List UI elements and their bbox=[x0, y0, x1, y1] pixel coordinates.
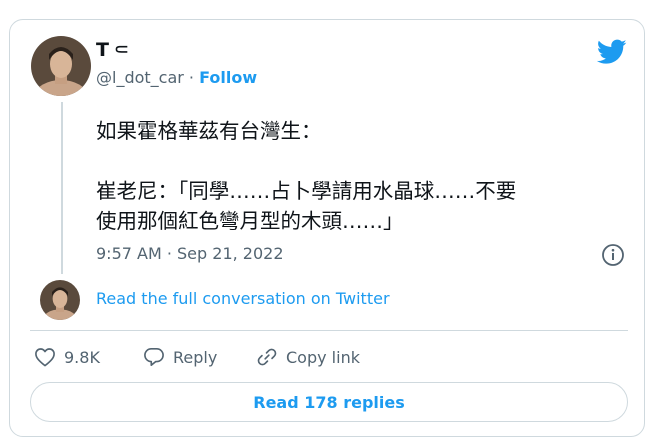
reply-label: Reply bbox=[173, 347, 218, 367]
author-name: T⸦ bbox=[96, 39, 134, 61]
reply-button[interactable]: Reply bbox=[143, 344, 217, 370]
tweet-timestamp[interactable]: 9:57 AM · Sep 21, 2022 bbox=[96, 244, 284, 263]
tweet-card: T⸦ @l_dot_car · Follow 如果霍格華茲有台灣生： 崔老尼：「… bbox=[9, 19, 645, 437]
author-handle[interactable]: @l_dot_car bbox=[96, 68, 184, 87]
thread-line bbox=[61, 102, 63, 274]
copy-link-label: Copy link bbox=[286, 347, 360, 367]
read-replies-button[interactable]: Read 178 replies bbox=[30, 382, 628, 422]
heart-icon bbox=[35, 348, 55, 367]
link-icon bbox=[257, 348, 277, 366]
follow-button[interactable]: Follow bbox=[199, 68, 257, 87]
like-button[interactable]: 9.8K bbox=[34, 344, 100, 370]
tweet-text: 如果霍格華茲有台灣生： 崔老尼：「同學……占卜學請用水晶球……不要 使用那個紅色… bbox=[96, 119, 517, 233]
read-full-conversation-link[interactable]: Read the full conversation on Twitter bbox=[96, 289, 390, 308]
divider bbox=[30, 330, 628, 331]
likes-count: 9.8K bbox=[64, 347, 100, 367]
reply-bubble-icon bbox=[144, 348, 164, 366]
author-avatar[interactable] bbox=[31, 36, 91, 96]
twitter-bird-icon[interactable] bbox=[596, 39, 627, 65]
handle-separator: · bbox=[183, 68, 200, 87]
conversation-avatar[interactable] bbox=[40, 280, 80, 320]
info-icon[interactable] bbox=[601, 243, 625, 267]
author-handle-row: @l_dot_car · Follow bbox=[96, 68, 257, 87]
copy-link-button[interactable]: Copy link bbox=[256, 344, 360, 370]
